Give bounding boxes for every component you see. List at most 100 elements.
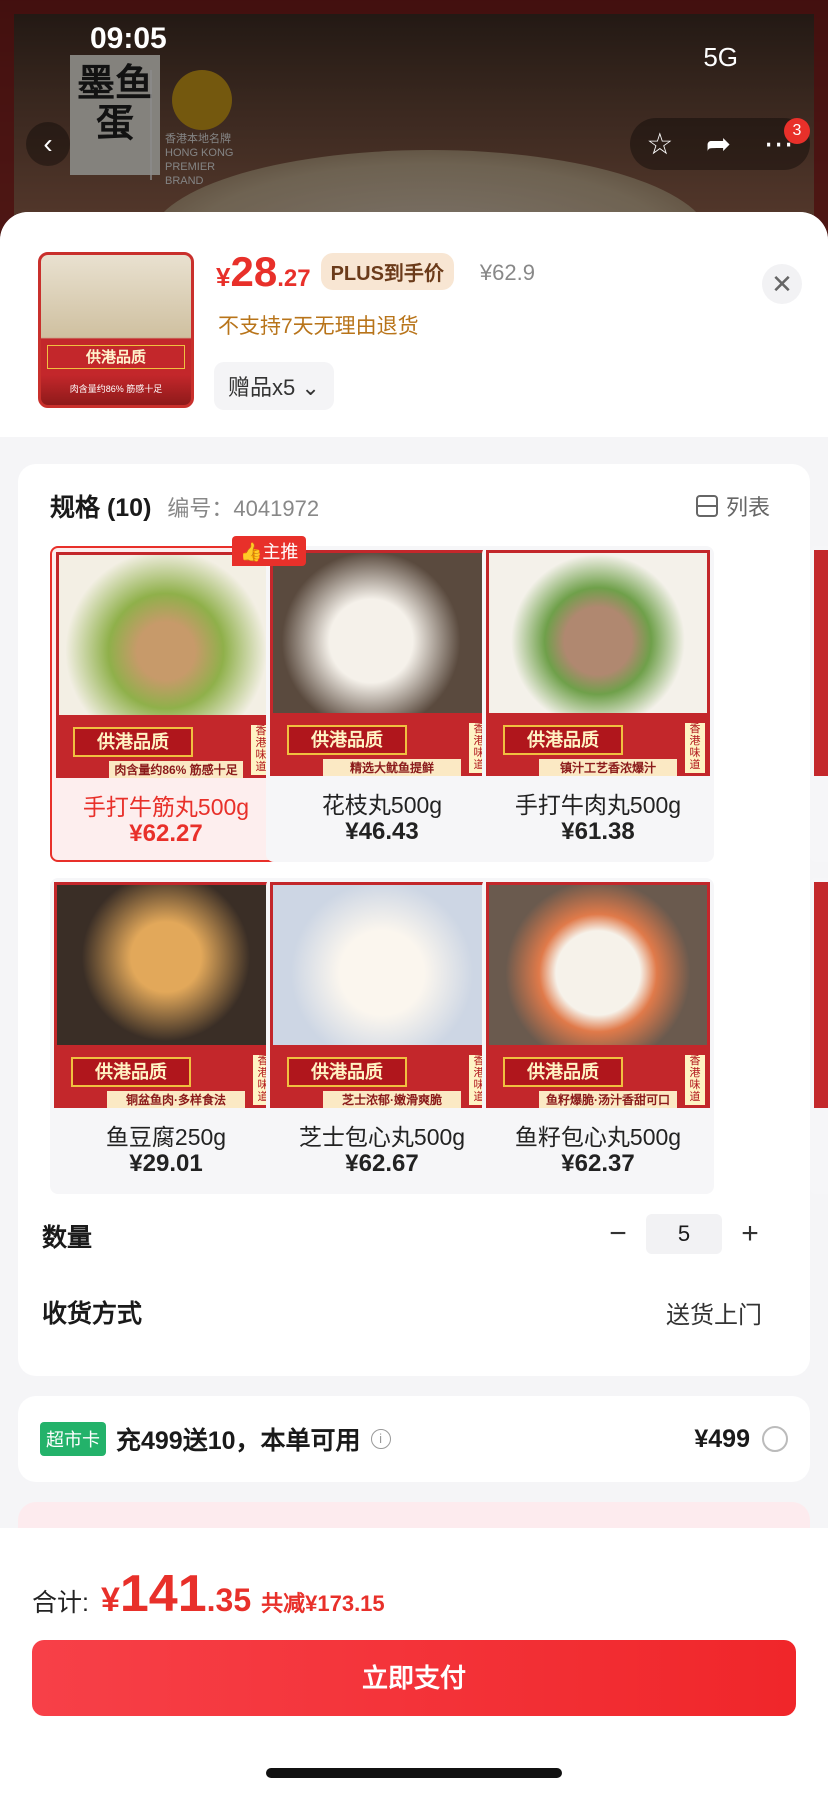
total-integer: 141: [119, 1565, 207, 1623]
total-decimal: .35: [206, 1582, 252, 1618]
checkout-footer: 合计: ¥ 141 .35 共减¥173.15 立即支付: [0, 1528, 828, 1795]
spec-item-name: 芝士包心丸500g: [298, 1124, 466, 1150]
total-row: 合计: ¥ 141 .35 共减¥173.15: [32, 1564, 385, 1624]
quality-label: 供港品质: [287, 1057, 407, 1087]
pay-now-button[interactable]: 立即支付: [32, 1640, 796, 1716]
spec-item-name: 花枝丸500g: [321, 792, 443, 818]
spec-item-photo: [489, 885, 707, 1045]
quality-label: 供港品质: [73, 727, 193, 757]
spec-item-photo: [273, 553, 491, 713]
spec-item-fish-tofu[interactable]: 供港品质 铜盆鱼肉·多样食法 香港味道 鱼豆腐250g ¥29.01: [50, 878, 282, 1194]
spec-item-image: 供港品质 精选大鱿鱼提鲜 香港味道: [270, 550, 494, 776]
quality-label: 供港品质: [503, 725, 623, 755]
quality-label: 供港品质: [71, 1057, 191, 1087]
side-label: 香港味道: [685, 1055, 705, 1105]
quantity-value[interactable]: 5: [646, 1214, 722, 1254]
spec-item-price: ¥62.37: [561, 1150, 635, 1177]
spec-item-photo: [489, 553, 707, 713]
spec-item-photo: [59, 555, 273, 715]
spec-item-beef-tendon-ball[interactable]: 供港品质 肉含量约86% 筋感十足 香港味道 手打牛筋丸500g ¥62.27: [50, 546, 282, 862]
no-return-notice: 不支持7天无理由退货: [218, 315, 419, 338]
spec-title: 规格 (10): [50, 494, 152, 522]
spec-item-tagline: 芝士浓郁·嫩滑爽脆: [323, 1091, 461, 1108]
decrease-button[interactable]: −: [598, 1217, 638, 1251]
cart-count-badge: 3: [784, 118, 810, 144]
close-icon[interactable]: ✕: [762, 264, 802, 304]
spec-item-peek-image: [814, 550, 828, 776]
original-price: ¥62.9: [479, 260, 535, 285]
spec-item-squid-ball[interactable]: 供港品质 精选大鱿鱼提鲜 香港味道 花枝丸500g ¥46.43: [266, 546, 498, 862]
increase-button[interactable]: +: [730, 1217, 770, 1251]
spec-item-image: 供港品质 鱼籽爆脆·汤汁香甜可口 香港味道: [486, 882, 710, 1108]
spec-item-peek[interactable]: [810, 546, 828, 862]
price-row: ¥ 28 .27 PLUS到手价 ¥62.9: [216, 248, 535, 296]
nav-actions: ☆ ➦ ⋯: [630, 118, 810, 170]
delivery-label: 收货方式: [42, 1300, 143, 1328]
quality-label: 供港品质: [287, 725, 407, 755]
spec-card: 规格 (10) 编号：4041972 列表 👍主推 供港品质 肉含量约86% 筋…: [18, 464, 828, 1376]
side-label: 香港味道: [685, 723, 705, 773]
spec-item-price: ¥46.43: [345, 818, 419, 845]
status-network: 5G: [703, 42, 738, 72]
supermarket-offer: 充499送10，本单可用: [116, 1427, 361, 1455]
spec-item-tagline: 鱼籽爆脆·汤汁香甜可口: [539, 1091, 677, 1108]
spec-item-tagline: 精选大鱿鱼提鲜: [323, 759, 461, 776]
spec-item-cheese-ball[interactable]: 供港品质 芝士浓郁·嫩滑爽脆 香港味道 芝士包心丸500g ¥62.67: [266, 878, 498, 1194]
spec-item-roe-ball[interactable]: 供港品质 鱼籽爆脆·汤汁香甜可口 香港味道 鱼籽包心丸500g ¥62.37: [482, 878, 714, 1194]
spec-item-image: 供港品质 肉含量约86% 筋感十足 香港味道: [56, 552, 276, 778]
total-savings: 共减¥173.15: [261, 1591, 385, 1616]
spec-item-photo: [273, 885, 491, 1045]
spec-item-image: 供港品质 镇汁工艺香浓爆汁 香港味道: [486, 550, 710, 776]
plus-price-tag: PLUS到手价: [320, 253, 454, 290]
spec-item-tagline: 肉含量约86% 筋感十足: [109, 761, 243, 778]
quality-label: 供港品质: [503, 1057, 623, 1087]
spec-item-price: ¥61.38: [561, 818, 635, 845]
spec-item-beef-ball[interactable]: 供港品质 镇汁工艺香浓爆汁 香港味道 手打牛肉丸500g ¥61.38: [482, 546, 714, 862]
spec-item-name: 鱼豆腐250g: [105, 1124, 227, 1150]
quantity-row: 数量 − 5 +: [42, 1206, 770, 1266]
spec-item-peek[interactable]: [810, 878, 828, 1194]
price-symbol: ¥: [216, 262, 231, 292]
thumb-quality-label: 供港品质: [47, 345, 185, 369]
gift-dropdown[interactable]: 赠品x5 ⌄: [214, 362, 334, 410]
favorite-star-icon[interactable]: ☆: [646, 127, 673, 162]
supermarket-tag: 超市卡: [40, 1422, 106, 1456]
supermarket-radio[interactable]: [762, 1426, 788, 1452]
spec-item-price: ¥29.01: [129, 1150, 203, 1177]
share-icon[interactable]: ➦: [706, 127, 731, 162]
spec-item-name: 鱼籽包心丸500g: [514, 1124, 682, 1150]
home-indicator[interactable]: [266, 1768, 562, 1778]
status-time: 09:05: [90, 22, 167, 55]
spec-item-photo: [57, 885, 275, 1045]
info-icon[interactable]: i: [370, 1429, 391, 1449]
spec-number: 编号：4041972: [167, 496, 320, 521]
list-view-icon: [695, 495, 718, 517]
thumb-caption: 肉含量约86% 筋感十足: [69, 384, 163, 394]
quantity-stepper: − 5 +: [598, 1214, 770, 1254]
supermarket-card-row[interactable]: 超市卡 充499送10，本单可用 i ¥499: [18, 1396, 810, 1482]
list-view-toggle[interactable]: 列表: [695, 490, 770, 522]
spec-item-tagline: 铜盆鱼肉·多样食法: [107, 1091, 245, 1108]
spec-item-name: 手打牛筋丸500g: [82, 794, 250, 820]
spec-item-price: ¥62.67: [345, 1150, 419, 1177]
back-icon[interactable]: ‹: [26, 122, 70, 166]
delivery-row[interactable]: 收货方式 送货上门: [42, 1282, 762, 1342]
list-view-label: 列表: [725, 495, 770, 520]
recommend-badge: 👍主推: [232, 536, 307, 566]
spec-item-name: 手打牛肉丸500g: [514, 792, 682, 818]
spec-item-tagline: 镇汁工艺香浓爆汁: [539, 759, 677, 776]
spec-item-image: 供港品质 芝士浓郁·嫩滑爽脆 香港味道: [270, 882, 494, 1108]
quantity-label: 数量: [42, 1224, 93, 1252]
delivery-value: 送货上门: [666, 1301, 762, 1329]
spec-item-peek-image: [814, 882, 828, 1108]
supermarket-price: ¥499: [694, 1424, 750, 1453]
total-symbol: ¥: [100, 1581, 120, 1619]
product-thumbnail[interactable]: 供港品质 肉含量约86% 筋感十足: [38, 252, 194, 408]
product-summary: 供港品质 肉含量约86% 筋感十足 ¥ 28 .27 PLUS到手价 ¥62.9…: [0, 212, 828, 437]
spec-item-image: 供港品质 铜盆鱼肉·多样食法 香港味道: [54, 882, 278, 1108]
spec-item-price: ¥62.27: [129, 820, 203, 847]
price-decimal: .27: [277, 265, 311, 292]
spec-header: 规格 (10) 编号：4041972: [50, 488, 319, 524]
total-label: 合计:: [32, 1589, 89, 1617]
price-integer: 28: [230, 248, 278, 295]
